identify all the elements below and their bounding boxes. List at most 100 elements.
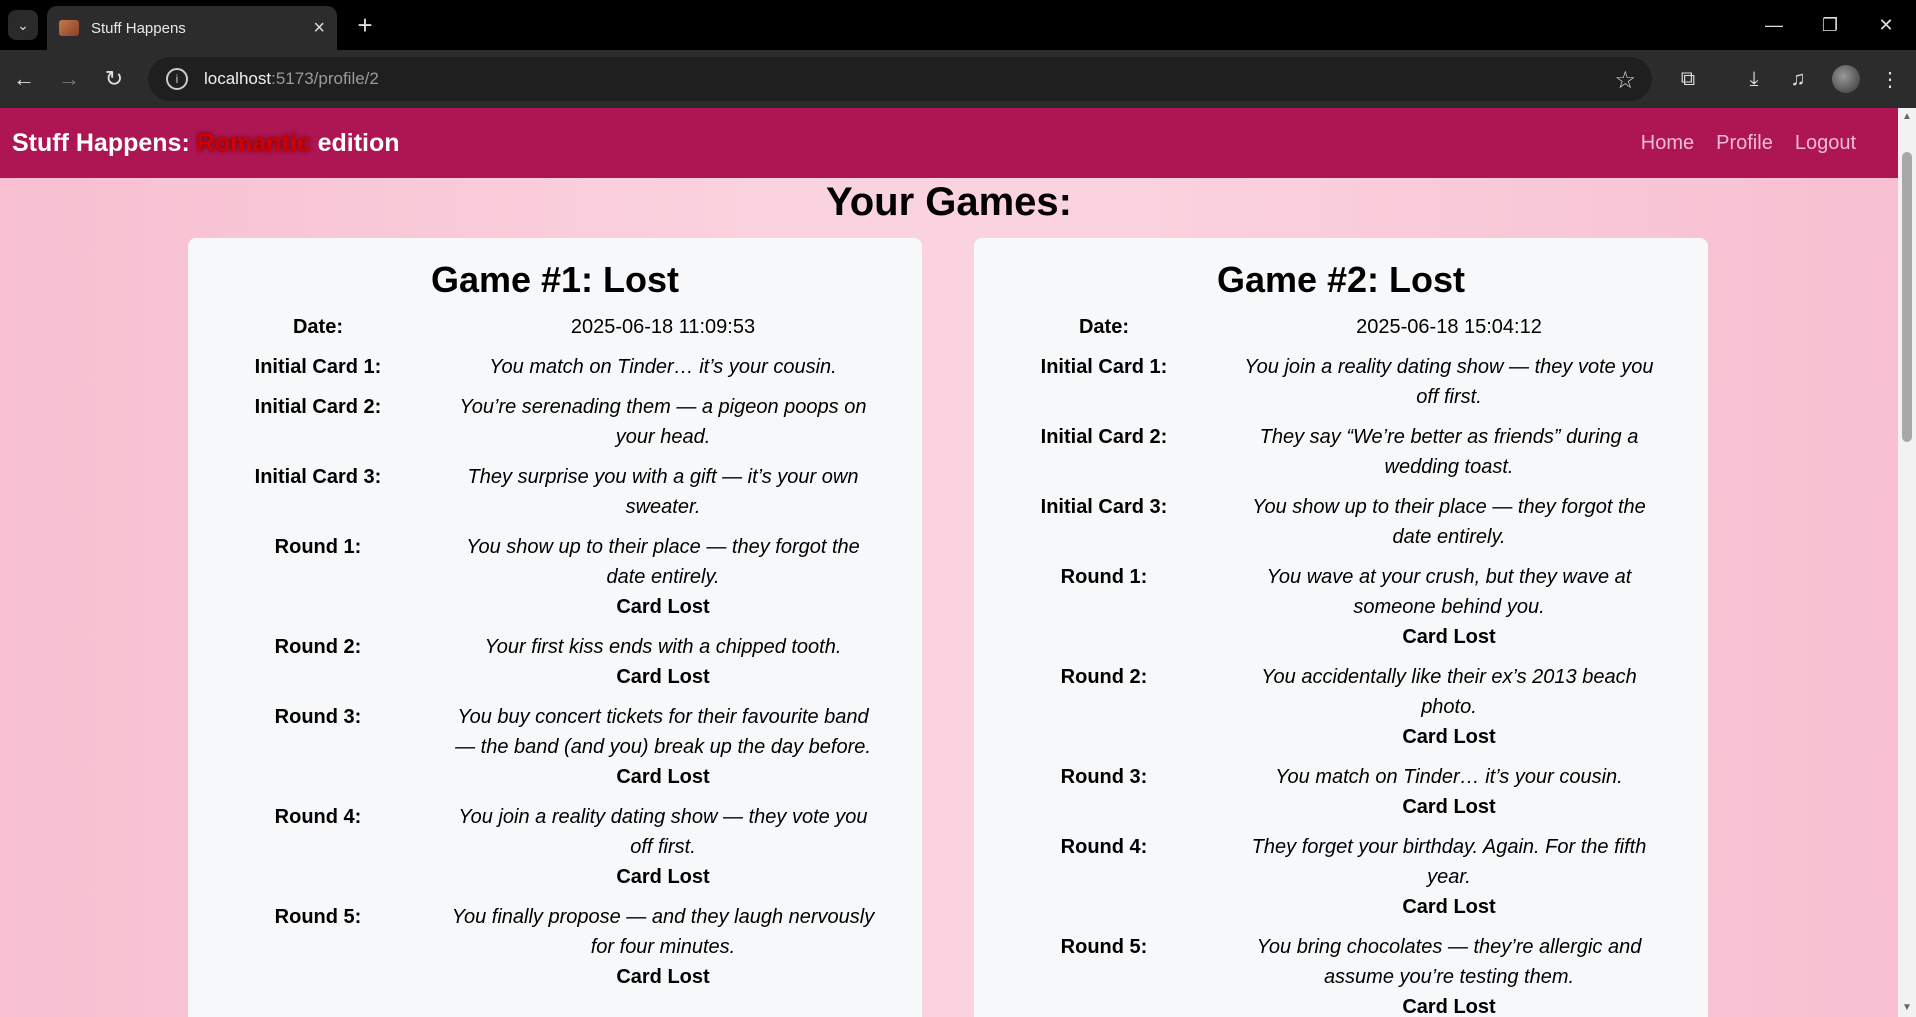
media-control-icon[interactable]: ♫ bbox=[1782, 63, 1814, 95]
site-info-icon[interactable]: i bbox=[166, 68, 188, 90]
round-label: Round 4: bbox=[1060, 836, 1148, 858]
round-label: Round 1: bbox=[1060, 566, 1148, 588]
round-row: Round 2: Your first kiss ends with a chip… bbox=[188, 632, 922, 692]
nav-link-home[interactable]: Home bbox=[1641, 132, 1694, 155]
address-bar[interactable]: i localhost:5173/profile/2 ☆ bbox=[148, 57, 1652, 101]
brand-suffix: edition bbox=[310, 128, 400, 157]
initial-card-text: You match on Tinder… it’s your cousin. bbox=[489, 356, 837, 378]
restore-button[interactable]: ❐ bbox=[1802, 8, 1858, 42]
initial-card-row: Initial Card 2: They say “We’re better as… bbox=[974, 422, 1708, 482]
new-tab-button[interactable]: + bbox=[350, 10, 380, 40]
bookmark-star-icon[interactable]: ☆ bbox=[1614, 66, 1636, 95]
round-label: Round 2: bbox=[274, 636, 362, 658]
initial-card-label: Initial Card 2: bbox=[254, 396, 382, 418]
favicon-icon bbox=[59, 20, 79, 36]
more-menu-icon[interactable]: ⋮ bbox=[1874, 63, 1906, 95]
page-scrollbar[interactable]: ▲ ▼ bbox=[1898, 108, 1916, 1017]
nav-links: Home Profile Logout bbox=[1641, 108, 1856, 178]
reload-button[interactable]: ↻ bbox=[98, 63, 130, 95]
scroll-down-icon[interactable]: ▼ bbox=[1902, 1003, 1912, 1013]
round-result: Card Lost bbox=[616, 766, 710, 788]
scrollbar-thumb[interactable] bbox=[1902, 152, 1912, 442]
date-value: 2025-06-18 15:04:12 bbox=[1356, 316, 1542, 338]
round-row: Round 5: You finally propose — and they l… bbox=[188, 902, 922, 992]
initial-card-label: Initial Card 1: bbox=[254, 356, 382, 378]
date-label: Date: bbox=[1078, 316, 1129, 338]
initial-card-text: You’re serenading them — a pigeon poops … bbox=[459, 396, 867, 448]
round-row: Round 1: You show up to their place — the… bbox=[188, 532, 922, 622]
round-result: Card Lost bbox=[616, 966, 710, 988]
round-row: Round 3: You buy concert tickets for thei… bbox=[188, 702, 922, 792]
initial-card-row: Initial Card 1: You match on Tinder… it’s… bbox=[188, 352, 922, 382]
page-title: Your Games: bbox=[826, 180, 1072, 224]
round-label: Round 2: bbox=[1060, 666, 1148, 688]
app-navbar: Stuff Happens: Romantic edition Home Pro… bbox=[0, 108, 1898, 178]
initial-card-label: Initial Card 3: bbox=[1040, 496, 1168, 518]
back-button[interactable]: ← bbox=[8, 63, 40, 95]
initial-card-row: Initial Card 1: You join a reality dating… bbox=[974, 352, 1708, 412]
round-row: Round 4: You join a reality dating show —… bbox=[188, 802, 922, 892]
game-card-1: Game #1: Lost Date: 2025-06-18 11:09:53 Ini… bbox=[188, 238, 922, 1017]
page-viewport: Stuff Happens: Romantic edition Home Pro… bbox=[0, 108, 1898, 1017]
round-label: Round 3: bbox=[274, 706, 362, 728]
game-details: Date: 2025-06-18 11:09:53 Initial Card 1: Y… bbox=[188, 312, 922, 992]
round-card-text: You show up to their place — they forgot… bbox=[466, 536, 860, 588]
round-card-text: You finally propose — and they laugh ner… bbox=[451, 906, 875, 958]
date-row: Date: 2025-06-18 11:09:53 bbox=[188, 312, 922, 342]
tab-search-button[interactable]: ⌄ bbox=[8, 10, 38, 40]
initial-card-label: Initial Card 3: bbox=[254, 466, 382, 488]
game-title: Game #1: Lost bbox=[430, 259, 680, 300]
minimize-button[interactable]: — bbox=[1746, 8, 1802, 42]
round-result: Card Lost bbox=[616, 596, 710, 618]
initial-card-text: You show up to their place — they forgot… bbox=[1252, 496, 1646, 548]
game-card-2: Game #2: Lost Date: 2025-06-18 15:04:12 Ini… bbox=[974, 238, 1708, 1017]
browser-tab[interactable]: Stuff Happens × bbox=[47, 6, 337, 50]
round-result: Card Lost bbox=[1402, 726, 1496, 748]
close-window-button[interactable]: ✕ bbox=[1858, 8, 1914, 42]
brand-prefix: Stuff Happens: bbox=[12, 128, 197, 157]
tab-title: Stuff Happens bbox=[91, 19, 186, 37]
round-label: Round 3: bbox=[1060, 766, 1148, 788]
initial-card-row: Initial Card 2: You’re serenading them — … bbox=[188, 392, 922, 452]
profile-avatar[interactable] bbox=[1832, 65, 1860, 93]
download-icon[interactable]: ⤓ bbox=[1738, 63, 1770, 95]
forward-button[interactable]: → bbox=[53, 63, 85, 95]
scroll-up-icon[interactable]: ▲ bbox=[1902, 112, 1912, 122]
initial-card-text: They surprise you with a gift — it’s you… bbox=[467, 466, 859, 518]
game-title: Game #2: Lost bbox=[1216, 259, 1466, 300]
round-row: Round 5: You bring chocolates — they’re a… bbox=[974, 932, 1708, 1017]
brand-accent: Romantic bbox=[196, 128, 311, 157]
round-result: Card Lost bbox=[1402, 896, 1496, 918]
round-row: Round 2: You accidentally like their ex’s… bbox=[974, 662, 1708, 752]
nav-link-logout[interactable]: Logout bbox=[1795, 132, 1856, 155]
round-card-text: You bring chocolates — they’re allergic … bbox=[1256, 936, 1642, 988]
browser-toolbar: ← → ↻ i localhost:5173/profile/2 ☆ ⧉ ⤓ ♫… bbox=[0, 50, 1916, 108]
nav-link-profile[interactable]: Profile bbox=[1716, 132, 1773, 155]
brand-title[interactable]: Stuff Happens: Romantic edition bbox=[12, 129, 400, 158]
round-card-text: They forget your birthday. Again. For th… bbox=[1251, 836, 1647, 888]
round-card-text: You buy concert tickets for their favour… bbox=[455, 706, 871, 758]
round-card-text: Your first kiss ends with a chipped toot… bbox=[484, 636, 842, 658]
round-card-text: You match on Tinder… it’s your cousin. bbox=[1275, 766, 1623, 788]
close-tab-icon[interactable]: × bbox=[313, 18, 325, 38]
url-host: localhost bbox=[204, 69, 272, 88]
round-label: Round 5: bbox=[274, 906, 362, 928]
round-result: Card Lost bbox=[1402, 996, 1496, 1017]
round-row: Round 1: You wave at your crush, but they… bbox=[974, 562, 1708, 652]
extensions-icon[interactable]: ⧉ bbox=[1672, 63, 1704, 95]
url-path: :5173/profile/2 bbox=[271, 69, 379, 88]
round-label: Round 1: bbox=[274, 536, 362, 558]
round-label: Round 4: bbox=[274, 806, 362, 828]
round-row: Round 4: They forget your birthday. Again… bbox=[974, 832, 1708, 922]
round-card-text: You accidentally like their ex’s 2013 be… bbox=[1261, 666, 1637, 718]
initial-card-label: Initial Card 1: bbox=[1040, 356, 1168, 378]
round-result: Card Lost bbox=[616, 666, 710, 688]
initial-card-text: You join a reality dating show — they vo… bbox=[1244, 356, 1654, 408]
date-label: Date: bbox=[292, 316, 343, 338]
round-result: Card Lost bbox=[616, 866, 710, 888]
initial-card-row: Initial Card 3: You show up to their plac… bbox=[974, 492, 1708, 552]
initial-card-label: Initial Card 2: bbox=[1040, 426, 1168, 448]
round-card-text: You wave at your crush, but they wave at… bbox=[1266, 566, 1632, 618]
round-result: Card Lost bbox=[1402, 796, 1496, 818]
round-result: Card Lost bbox=[1402, 626, 1496, 648]
